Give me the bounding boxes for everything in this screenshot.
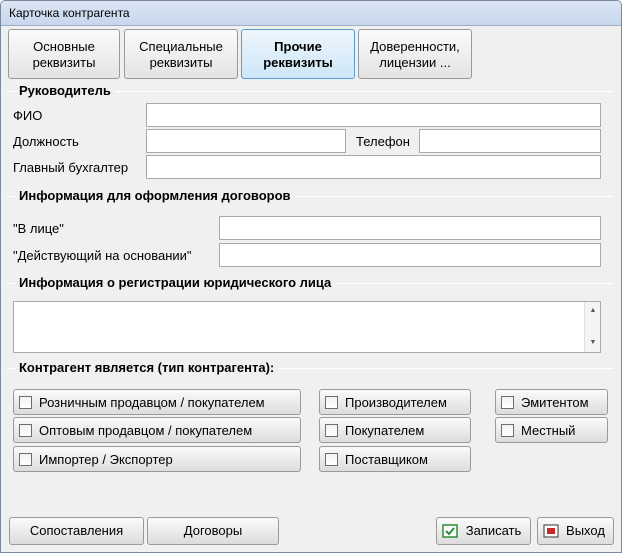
scroll-down-icon[interactable]: ▼ [585,336,601,350]
tab-label-line1: Доверенности, [370,39,460,54]
checkbox-label: Поставщиком [345,452,428,467]
save-button[interactable]: Записать [436,517,531,545]
position-field[interactable] [146,129,346,153]
tab-label-line1: Прочие [274,39,322,54]
window-title: Карточка контрагента [9,6,130,20]
tab-other-details[interactable]: Прочие реквизиты [241,29,355,79]
checkbox-local[interactable]: Местный [495,417,608,443]
checkbox-retail[interactable]: Розничным продавцом / покупателем [13,389,301,415]
checkbox-label: Покупателем [345,423,425,438]
checkbox-box [325,396,338,409]
memo-scrollbar[interactable]: ▲ ▼ [584,302,600,352]
checkbox-importer-exporter[interactable]: Импортер / Экспортер [13,446,301,472]
tab-label-line2: реквизиты [149,55,213,70]
contracts-button[interactable]: Договоры [147,517,279,545]
tab-power-of-attorney[interactable]: Доверенности, лицензии ... [358,29,472,79]
checkbox-manufacturer[interactable]: Производителем [319,389,471,415]
title-bar: Карточка контрагента [1,1,621,26]
exit-button-label: Выход [566,523,605,538]
mapping-button[interactable]: Сопоставления [9,517,144,545]
checkbox-box [19,396,32,409]
in-person-field[interactable] [219,216,601,240]
checkbox-box [19,424,32,437]
checkbox-label: Импортер / Экспортер [39,452,173,467]
tab-label-line1: Специальные [139,39,223,54]
phone-field[interactable] [419,129,601,153]
tab-label-line2: реквизиты [263,55,333,70]
checkbox-box [325,424,338,437]
tab-label-line2: реквизиты [32,55,96,70]
registration-memo[interactable]: ▲ ▼ [13,301,601,353]
exit-button[interactable]: Выход [537,517,614,545]
group-title-contractor-type: Контрагент является (тип контрагента): [15,360,279,375]
chief-accountant-label: Главный бухгалтер [13,160,129,175]
in-person-label: "В лице" [13,221,64,236]
checkbox-label: Производителем [345,395,447,410]
tab-special-details[interactable]: Специальные реквизиты [124,29,238,79]
checkbox-buyer[interactable]: Покупателем [319,417,471,443]
position-label: Должность [13,134,79,149]
contractor-card-window: Карточка контрагента Основные реквизиты … [0,0,622,553]
scroll-up-icon[interactable]: ▲ [585,304,601,318]
mapping-button-label: Сопоставления [29,523,124,538]
acting-basis-label: "Действующий на основании" [13,248,192,263]
save-button-label: Записать [465,523,522,538]
fio-label: ФИО [13,108,43,123]
checkbox-box [501,396,514,409]
checkbox-label: Розничным продавцом / покупателем [39,395,265,410]
checkbox-issuer[interactable]: Эмитентом [495,389,608,415]
group-title-manager: Руководитель [15,83,115,98]
tab-label-line1: Основные [33,39,95,54]
tab-label-line2: лицензии ... [379,55,451,70]
save-icon [442,524,458,538]
checkbox-label: Местный [521,423,576,438]
checkbox-label: Эмитентом [521,395,589,410]
fio-field[interactable] [146,103,601,127]
contracts-button-label: Договоры [183,523,243,538]
checkbox-label: Оптовым продавцом / покупателем [39,423,253,438]
group-title-registration: Информация о регистрации юридического ли… [15,275,336,290]
checkbox-wholesale[interactable]: Оптовым продавцом / покупателем [13,417,301,443]
tab-main-details[interactable]: Основные реквизиты [8,29,120,79]
chief-accountant-field[interactable] [146,155,601,179]
checkbox-box [325,453,338,466]
phone-label: Телефон [356,134,410,149]
checkbox-supplier[interactable]: Поставщиком [319,446,471,472]
checkbox-box [501,424,514,437]
group-title-contracts: Информация для оформления договоров [15,188,295,203]
checkbox-box [19,453,32,466]
exit-icon [543,524,559,538]
acting-basis-field[interactable] [219,243,601,267]
